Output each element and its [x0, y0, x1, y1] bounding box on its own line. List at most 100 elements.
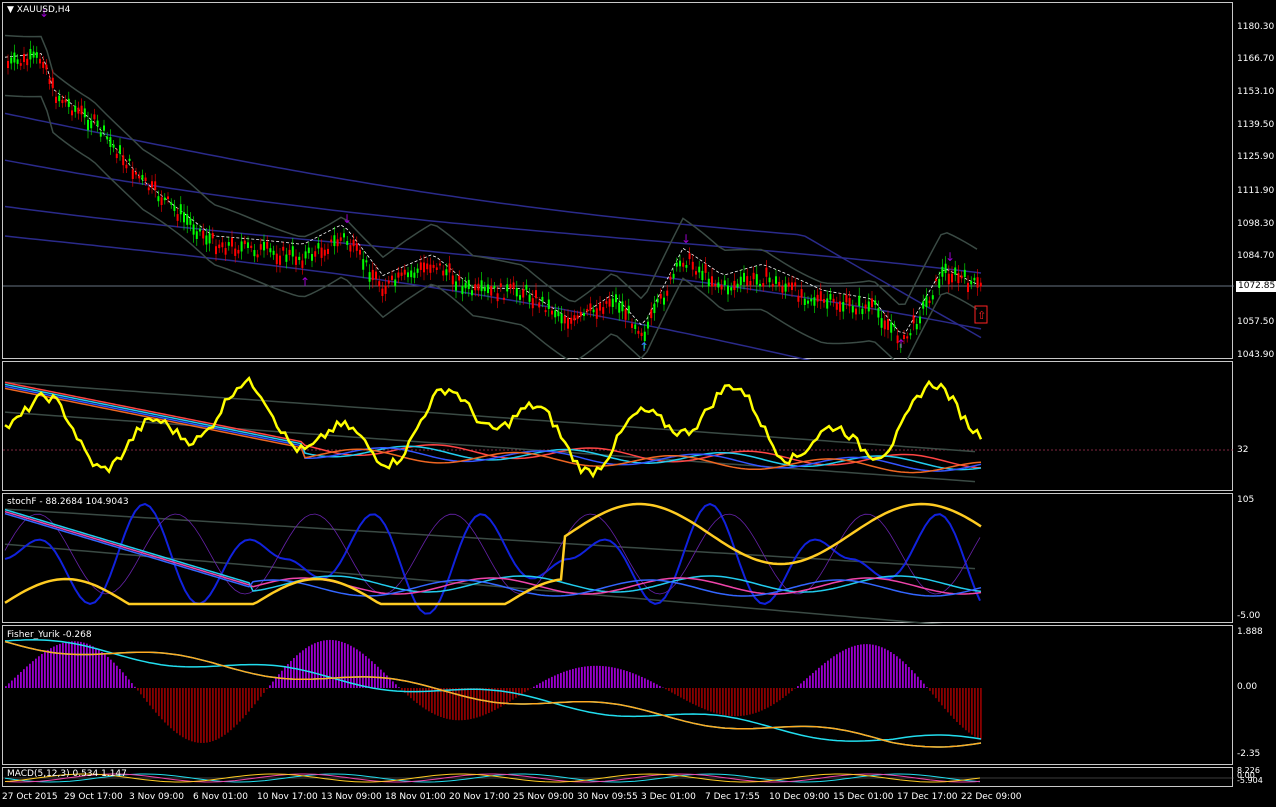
candle-body — [218, 244, 221, 249]
candle-body — [304, 251, 307, 259]
fisher-histogram-bar — [467, 688, 469, 720]
candle-body — [371, 269, 374, 281]
fisher-histogram-bar — [260, 688, 262, 697]
candle-body — [954, 267, 957, 275]
fisher-histogram-bar — [167, 688, 169, 726]
fisher-histogram-bar — [332, 640, 334, 688]
candle-body — [560, 313, 563, 324]
candle-body — [83, 108, 86, 118]
candle-body — [499, 283, 502, 288]
fisher-histogram-bar — [218, 688, 220, 739]
fisher-histogram-bar — [458, 688, 460, 721]
fisher-histogram-bar — [932, 688, 934, 695]
fisher-histogram-bar — [290, 660, 292, 688]
candle-body — [781, 286, 784, 293]
candle-body — [74, 105, 77, 112]
candle-body — [42, 61, 45, 68]
stoch-svg — [4, 502, 982, 624]
candle-body — [919, 316, 921, 324]
fisher-histogram-bar — [950, 688, 952, 716]
candle-body — [810, 298, 813, 302]
fisher-histogram-bar — [434, 688, 436, 715]
fisher-histogram-bar — [755, 688, 757, 713]
fisher-histogram-bar — [200, 688, 202, 743]
fisher-histogram-bar — [590, 665, 592, 688]
fisher-histogram-bar — [362, 653, 364, 688]
candle-body — [551, 310, 553, 315]
candle-body — [403, 269, 406, 275]
fisher-histogram-bar — [386, 675, 388, 688]
candle-body — [202, 230, 205, 239]
fisher-histogram-bar — [542, 681, 544, 688]
stoch-title: stochF - 88.2684 104.9043 — [7, 497, 129, 507]
candle-body — [301, 260, 304, 268]
fisher-histogram-bar — [491, 688, 493, 712]
candle-body — [32, 51, 35, 58]
candle-body — [621, 301, 624, 312]
candle-body — [7, 60, 9, 69]
price-axis[interactable]: 1180.30 1166.70 1153.10 1139.50 1125.90 … — [1233, 0, 1276, 807]
fisher-histogram-bar — [5, 686, 7, 688]
fisher-histogram-bar — [242, 688, 244, 719]
candle-body — [397, 272, 400, 278]
candle-body — [650, 309, 653, 319]
fisher-histogram-bar — [875, 645, 877, 688]
candle-body — [493, 285, 496, 289]
fisher-histogram-bar — [281, 670, 283, 688]
candle-body — [938, 279, 941, 288]
candle-body — [602, 307, 605, 314]
candle-body — [679, 260, 681, 267]
fisher-histogram-bar — [146, 688, 148, 702]
fisher-histogram-bar — [872, 644, 874, 688]
candle-body — [877, 308, 880, 318]
time-axis[interactable]: 27 Oct 2015 29 Oct 17:00 3 Nov 09:00 6 N… — [0, 788, 1233, 807]
fisher-histogram-bar — [131, 683, 133, 688]
fisher-histogram-bar — [599, 665, 601, 688]
candle-body — [714, 283, 717, 287]
price-tick: 1153.10 — [1237, 87, 1275, 97]
candle-body — [375, 271, 377, 280]
fisher-histogram-bar — [839, 652, 841, 688]
fisher-histogram-bar — [89, 644, 91, 688]
fisher-histogram-bar — [596, 665, 598, 688]
candle-body — [80, 105, 83, 115]
fisher-histogram-bar — [791, 688, 793, 692]
fisher-histogram-bar — [488, 688, 490, 713]
main-chart-pane[interactable]: ↓ ↓ ↓ ↓ ↑ ↑ ↑ ⇧ ▼ XAUUSD,H4 — [2, 2, 1234, 360]
candle-body — [439, 263, 441, 266]
dropdown-triangle-icon[interactable]: ▼ — [7, 5, 14, 15]
fisher-pane[interactable]: Fisher_Yurik -0.268 — [2, 625, 1233, 765]
fisher-histogram-bar — [830, 658, 832, 688]
fisher-histogram-bar — [845, 649, 847, 688]
indicator-pane-1[interactable] — [2, 361, 1234, 491]
fisher-histogram-bar — [437, 688, 439, 716]
fisher-histogram-bar — [371, 661, 373, 688]
stoch-pane[interactable]: stochF - 88.2684 104.9043 — [2, 493, 1233, 624]
candle-body — [416, 268, 419, 273]
fisher-histogram-bar — [563, 671, 565, 688]
candle-body — [365, 260, 368, 263]
price-tick: 1057.50 — [1237, 317, 1275, 327]
candle-body — [605, 301, 608, 304]
candle-body — [199, 228, 201, 232]
fisher-histogram-bar — [671, 688, 673, 693]
candle-body — [391, 275, 393, 280]
candle-body — [131, 169, 134, 179]
candle-body — [279, 255, 281, 265]
candle-body — [784, 283, 787, 292]
macd-pane[interactable]: MACD(5,12,3) 0.534 1.147 — [2, 767, 1234, 787]
fisher-histogram-bar — [101, 651, 103, 688]
time-tick: 3 Dec 01:00 — [641, 792, 696, 802]
fisher-histogram-bar — [953, 688, 955, 719]
candle-body — [976, 277, 979, 288]
candle-body — [691, 261, 694, 270]
fisher-histogram-bar — [35, 658, 37, 688]
candle-body — [627, 305, 630, 314]
fisher-histogram-bar — [230, 688, 232, 731]
time-tick: 6 Nov 01:00 — [193, 792, 248, 802]
candle-body — [51, 77, 54, 89]
candle-body — [522, 289, 525, 298]
candle-body — [611, 298, 614, 308]
candle-body — [349, 245, 352, 252]
fisher-histogram-bar — [836, 654, 838, 688]
